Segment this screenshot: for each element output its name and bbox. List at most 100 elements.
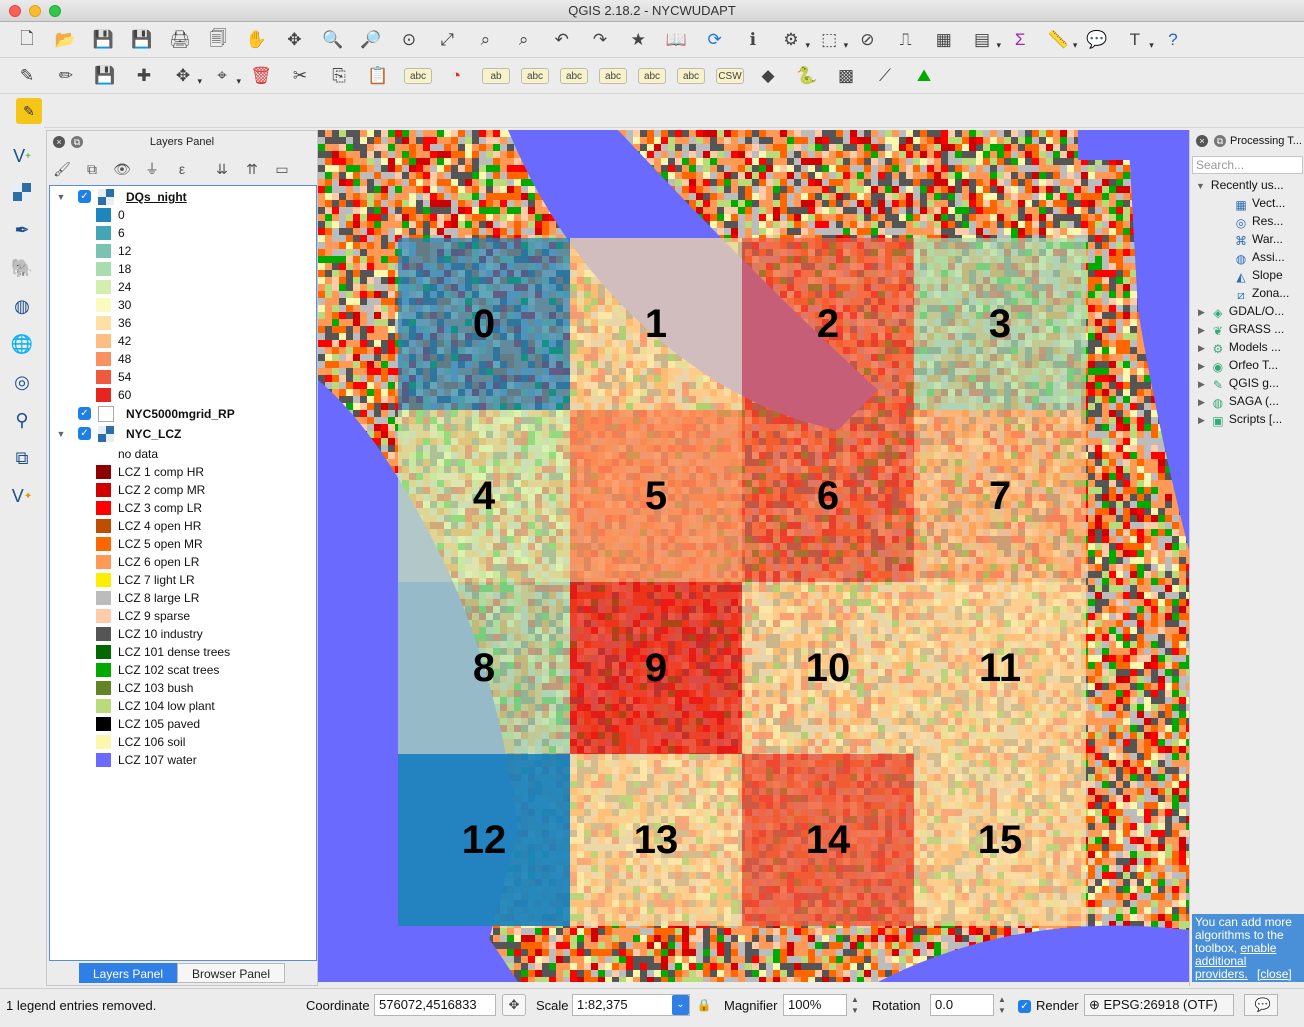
zoom-window-button[interactable] bbox=[49, 5, 61, 17]
node-tool-icon[interactable]: ⌖ bbox=[209, 63, 241, 89]
deselect-icon[interactable]: ⊘ bbox=[854, 27, 880, 53]
help-icon[interactable]: ? bbox=[1160, 27, 1186, 53]
render-checkbox[interactable]: ✓ bbox=[1018, 1000, 1031, 1013]
current-edits-icon[interactable]: ✎ bbox=[14, 63, 40, 89]
expand-all-icon[interactable]: ⇊ bbox=[211, 159, 233, 179]
georeferencer-icon[interactable]: ⟋ bbox=[872, 63, 898, 89]
open-project-icon[interactable]: 📂 bbox=[52, 27, 78, 53]
expand-arrow-icon[interactable]: ▶ bbox=[1198, 415, 1205, 425]
add-virtual-layer-icon[interactable]: ⧉ bbox=[8, 444, 36, 472]
statistics-icon[interactable]: Σ bbox=[1007, 27, 1033, 53]
save-as-icon[interactable]: 💾 bbox=[129, 27, 155, 53]
attribute-table-icon[interactable]: ▦ bbox=[931, 27, 957, 53]
expand-arrow-icon[interactable]: ▶ bbox=[1198, 325, 1205, 335]
layer-row[interactable]: ✓ NYC5000mgrid_RP bbox=[50, 405, 316, 423]
magnifier-stepper[interactable]: ▲ ▼ bbox=[849, 994, 861, 1016]
layer-tree[interactable]: ▼ ✓ DQs_night 0 6 12 18 24 30 36 42 48 54 60 ✓ NYC5000m… bbox=[49, 185, 317, 961]
style-manager-icon[interactable]: 🖌 bbox=[51, 159, 73, 179]
minimize-window-button[interactable] bbox=[29, 5, 41, 17]
text-annotation-icon[interactable]: T bbox=[1122, 27, 1154, 53]
add-vector-layer-icon[interactable]: V + bbox=[8, 142, 36, 170]
add-postgis-layer-icon[interactable]: 🐘 bbox=[8, 254, 36, 282]
paste-features-icon[interactable]: 📋 bbox=[365, 63, 391, 89]
move-feature-icon[interactable]: ✥ bbox=[170, 63, 202, 89]
crs-button[interactable]: ⊕ EPSG:26918 (OTF) bbox=[1084, 994, 1234, 1016]
zoom-last-icon[interactable]: ↶ bbox=[549, 27, 575, 53]
provider-item[interactable]: ▶ ◍ SAGA (... bbox=[1198, 392, 1279, 410]
new-shapefile-layer-icon[interactable]: V ✦ bbox=[8, 482, 36, 510]
new-bookmark-icon[interactable]: ★ bbox=[625, 27, 651, 53]
float-panel-icon[interactable]: ⧉ bbox=[1214, 135, 1226, 147]
expand-arrow-icon[interactable]: ▼ bbox=[1196, 181, 1205, 191]
provider-item[interactable]: ▶ ⚙ Models ... bbox=[1198, 338, 1281, 356]
chevron-down-icon[interactable]: ⌄ bbox=[672, 995, 689, 1015]
add-spatialite-layer-icon[interactable]: ◍ bbox=[8, 292, 36, 320]
label-tool-icon[interactable]: ab bbox=[482, 68, 510, 84]
layer-labeling-icon[interactable]: abc bbox=[404, 68, 432, 84]
zoom-full-icon[interactable]: ⤢ bbox=[434, 27, 460, 53]
move-label-icon[interactable]: abc bbox=[599, 68, 627, 84]
remove-layer-icon[interactable]: ▭ bbox=[271, 159, 293, 179]
close-window-button[interactable] bbox=[9, 5, 21, 17]
rotation-field[interactable]: 0.0 bbox=[930, 994, 994, 1016]
measure-line-icon[interactable]: ⎍ bbox=[893, 27, 919, 53]
pan-to-selection-icon[interactable]: ✥ bbox=[281, 27, 307, 53]
csw-search-icon[interactable]: CSW bbox=[716, 68, 744, 84]
show-hide-labels-icon[interactable]: abc bbox=[560, 68, 588, 84]
add-feature-icon[interactable]: ✚ bbox=[131, 63, 157, 89]
close-panel-icon[interactable]: × bbox=[1196, 135, 1208, 147]
algorithm-item[interactable]: ◍ Assi... bbox=[1234, 248, 1285, 266]
add-wfs-layer-icon[interactable]: ⚲ bbox=[8, 406, 36, 434]
expand-arrow-icon[interactable]: ▶ bbox=[1198, 397, 1205, 407]
rotation-stepper[interactable]: ▲ ▼ bbox=[996, 994, 1008, 1016]
pan-map-icon[interactable]: ✋ bbox=[243, 27, 269, 53]
zoom-out-icon[interactable]: 🔎 bbox=[358, 27, 384, 53]
tab-layers-panel[interactable]: Layers Panel bbox=[79, 963, 177, 983]
layer-visibility-checkbox[interactable]: ✓ bbox=[78, 427, 91, 440]
add-delimited-text-icon[interactable]: ✒ bbox=[8, 216, 36, 244]
change-label-icon[interactable]: abc bbox=[677, 68, 705, 84]
geoserver-icon[interactable]: ◆ bbox=[755, 63, 781, 89]
provider-item[interactable]: ▶ ✎ QGIS g... bbox=[1198, 374, 1279, 392]
recently-used-group[interactable]: ▼ Recently us... bbox=[1196, 176, 1284, 194]
delete-selected-icon[interactable]: 🗑 bbox=[248, 63, 274, 89]
lock-scale-icon[interactable]: 🔒 bbox=[694, 994, 714, 1016]
layer-visibility-checkbox[interactable]: ✓ bbox=[78, 190, 91, 203]
expand-arrow-icon[interactable]: ▶ bbox=[1198, 379, 1205, 389]
provider-item[interactable]: ▶ ◉ Orfeo T... bbox=[1198, 356, 1278, 374]
manage-visibility-icon[interactable]: 👁 bbox=[111, 159, 133, 179]
copy-features-icon[interactable]: ⎘ bbox=[326, 63, 352, 89]
close-panel-icon[interactable]: × bbox=[53, 136, 65, 148]
measure-icon[interactable]: 📏 bbox=[1045, 27, 1078, 53]
algorithm-item[interactable]: ⧄ Zona... bbox=[1234, 284, 1289, 302]
raster-calculator-icon[interactable]: ▩ bbox=[833, 63, 859, 89]
expand-arrow-icon[interactable]: ▶ bbox=[1198, 343, 1205, 353]
layer-row[interactable]: ▼ ✓ DQs_night bbox=[50, 188, 316, 206]
cut-features-icon[interactable]: ✂ bbox=[287, 63, 313, 89]
zoom-next-icon[interactable]: ↷ bbox=[587, 27, 613, 53]
close-notice-link[interactable]: [close] bbox=[1257, 967, 1292, 981]
zoom-to-layer-icon[interactable]: ⌕ bbox=[511, 27, 537, 53]
processing-search-input[interactable]: Search... bbox=[1192, 156, 1303, 174]
expand-arrow-icon[interactable]: ▼ bbox=[56, 425, 66, 443]
terrain-profile-icon[interactable]: ⛰ bbox=[911, 63, 937, 89]
zoom-in-icon[interactable]: 🔍 bbox=[320, 27, 346, 53]
add-wcs-layer-icon[interactable]: ◎ bbox=[8, 368, 36, 396]
new-print-composer-icon[interactable]: 🖨 bbox=[167, 27, 193, 53]
provider-item[interactable]: ▶ ❦ GRASS ... bbox=[1198, 320, 1284, 338]
magnifier-field[interactable]: 100% bbox=[783, 994, 847, 1016]
toggle-editing-icon[interactable]: ✏ bbox=[53, 63, 79, 89]
composer-manager-icon[interactable]: 🗐 bbox=[205, 27, 231, 53]
refresh-icon[interactable]: ⟳ bbox=[702, 27, 728, 53]
diagram-icon[interactable]: ◔ bbox=[443, 63, 469, 89]
algorithm-item[interactable]: ◎ Res... bbox=[1234, 212, 1284, 230]
filter-legend-icon[interactable]: ⏚ bbox=[141, 159, 163, 179]
new-project-icon[interactable]: 🗋 bbox=[14, 27, 40, 53]
field-calculator-icon[interactable]: ▤ bbox=[969, 27, 1001, 53]
float-panel-icon[interactable]: ⧉ bbox=[71, 136, 83, 148]
provider-item[interactable]: ▶ ▣ Scripts [... bbox=[1198, 410, 1282, 428]
algorithm-item[interactable]: ▦ Vect... bbox=[1234, 194, 1285, 212]
coordinate-field[interactable]: 576072,4516833 bbox=[374, 994, 496, 1016]
collapse-all-icon[interactable]: ⇈ bbox=[241, 159, 263, 179]
save-project-icon[interactable]: 💾 bbox=[90, 27, 116, 53]
